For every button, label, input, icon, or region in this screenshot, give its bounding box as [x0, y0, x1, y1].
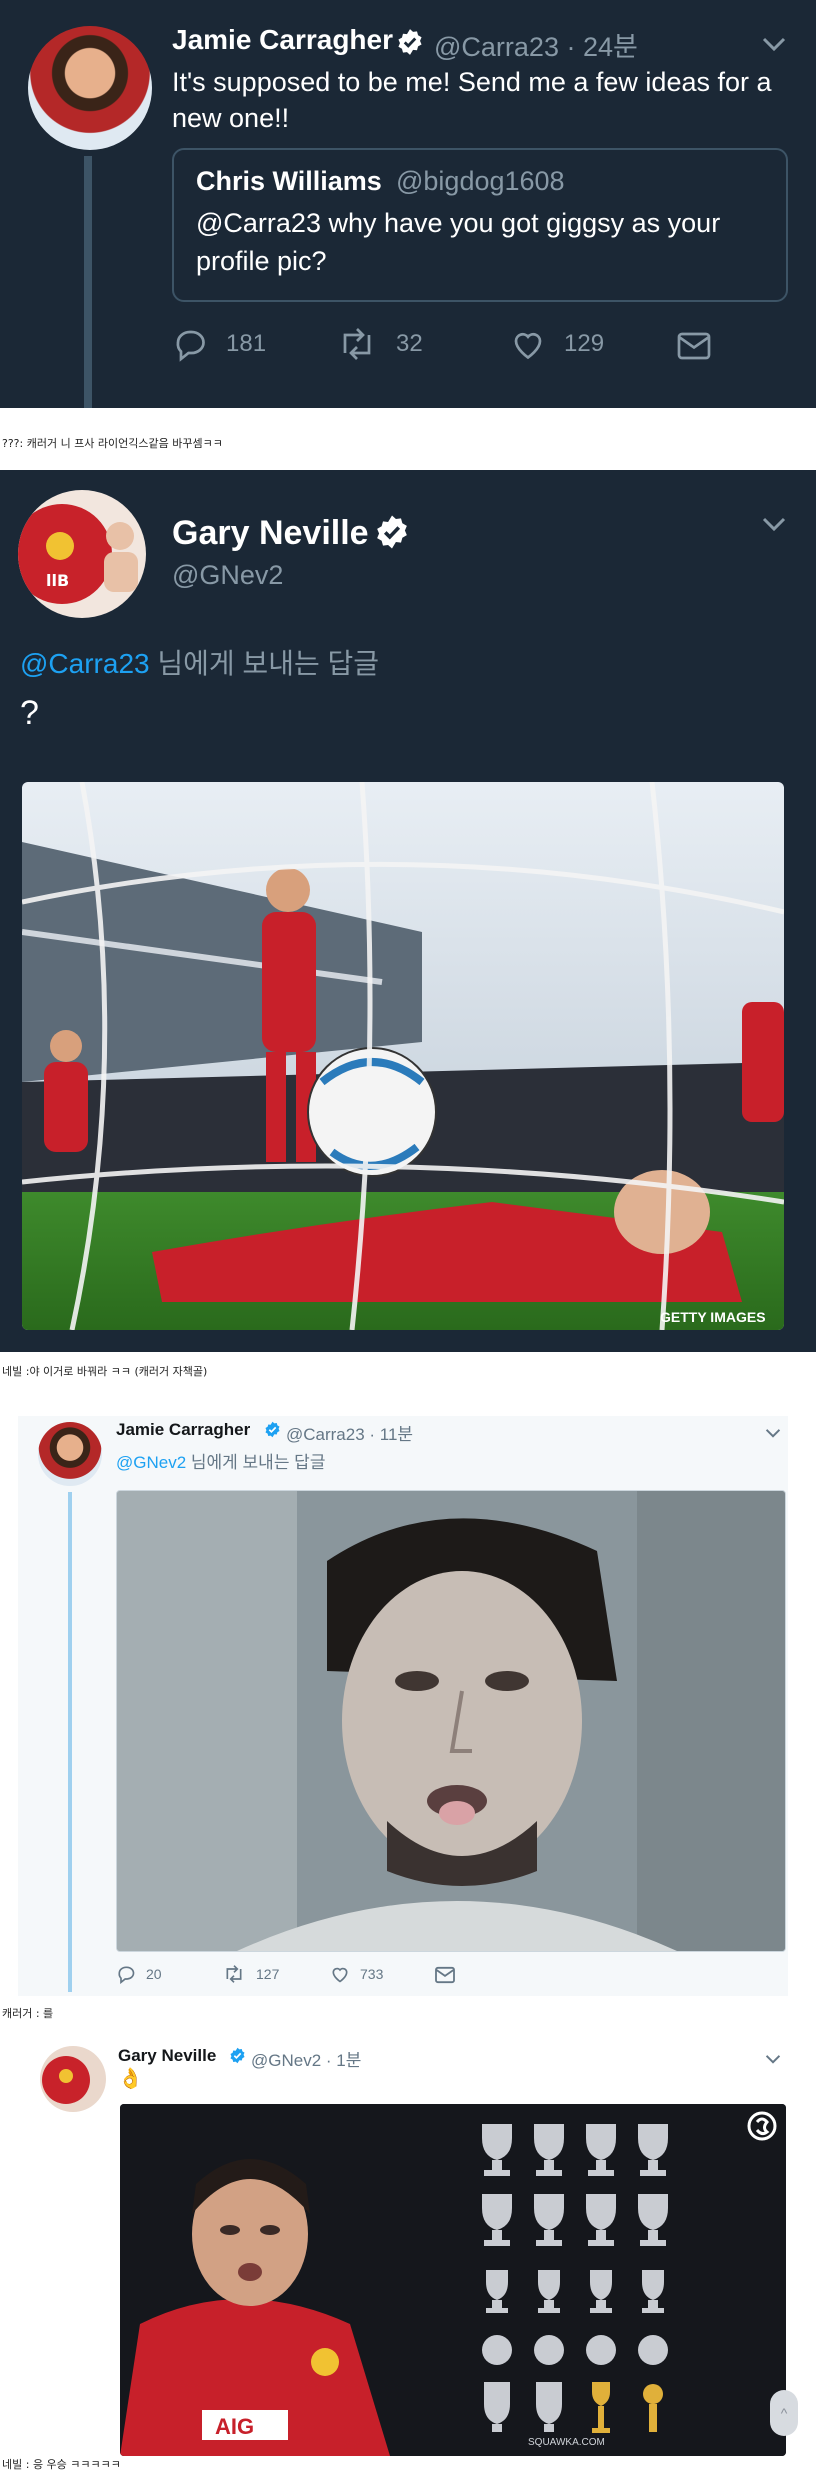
trophies-grid	[482, 2124, 668, 2433]
like-count: 129	[564, 330, 605, 357]
reply-context-label: 님에게 보내는 답글	[149, 648, 380, 679]
mail-icon[interactable]	[434, 1966, 456, 1984]
handle-time[interactable]: @Carra23 · 11분	[286, 1420, 413, 1445]
reply-mention-link[interactable]: @Carra23	[20, 648, 150, 679]
author-name[interactable]: Gary Neville	[172, 514, 369, 553]
heart-icon	[514, 332, 542, 360]
ok-hand-emoji: 👌	[118, 2068, 143, 2090]
avatar[interactable]	[28, 26, 152, 150]
reply-context: @Carra23 님에게 보내는 답글	[20, 642, 379, 682]
face-photo	[117, 1491, 785, 1951]
tweet-photo[interactable]	[116, 1490, 786, 1952]
avatar[interactable]	[40, 2046, 106, 2112]
tweet-photo[interactable]: AIG SQUAWKA.COM	[120, 2104, 786, 2456]
avatar[interactable]: llB	[18, 490, 146, 618]
heart-icon	[332, 1967, 348, 1983]
tweet-text: It's supposed to be me! Send me a few id…	[172, 67, 772, 133]
caption-1: ???: 캐러거 니 프사 라이언긱스같음 바꾸셈ㅋㅋ	[2, 437, 223, 450]
caption-4: 네빌 : 응 우승 ㅋㅋㅋㅋㅋ	[2, 2458, 121, 2471]
reply-icon	[176, 330, 205, 362]
mail-icon[interactable]	[676, 330, 712, 362]
reply-context: @GNev2 님에게 보내는 답글	[116, 1448, 325, 1473]
shirt-sponsor: AIG	[215, 2414, 254, 2439]
chevron-down-icon[interactable]	[760, 514, 788, 534]
handle-time[interactable]: @GNev2 · 1분	[251, 2046, 361, 2071]
handle[interactable]: @GNev2	[172, 560, 283, 591]
verified-badge-icon	[230, 2047, 245, 2064]
avatar[interactable]	[38, 1422, 102, 1486]
retweet-count: 32	[396, 330, 423, 357]
like-button[interactable]: 733	[330, 1964, 383, 1984]
verified-badge-icon	[398, 29, 422, 55]
caption-2: 네빌 :야 이거로 바꿔라 ㅋㅋ (캐러거 자책골)	[2, 1365, 208, 1378]
thread-line	[68, 1492, 72, 1992]
image-watermark: SQUAWKA.COM	[528, 2437, 605, 2448]
own-goal-photo	[22, 782, 784, 1330]
quoted-handle: @bigdog1608	[396, 166, 565, 196]
avatar-image	[40, 2046, 106, 2112]
author-name[interactable]: Jamie Carragher	[116, 1420, 250, 1440]
caption-3: 캐러거 : 를	[2, 2007, 54, 2020]
squawka-logo-icon	[747, 2111, 777, 2141]
tweet-text: ?	[20, 694, 39, 732]
chevron-down-icon[interactable]	[760, 34, 788, 54]
quoted-text: @Carra23 why have you got giggsy as your…	[196, 208, 721, 276]
retweet-button[interactable]: 32	[336, 326, 423, 362]
photo-credit: GETTY IMAGES	[660, 1309, 766, 1325]
avatar-image: llB	[18, 490, 146, 618]
verified-badge-icon	[377, 515, 407, 549]
chevron-down-icon[interactable]	[764, 1426, 782, 1440]
reply-mention-link[interactable]: @GNev2	[116, 1453, 186, 1472]
svg-text:llB: llB	[46, 571, 69, 590]
reply-count: 20	[146, 1966, 162, 1982]
author-name[interactable]: Gary Neville	[118, 2046, 216, 2066]
retweet-count: 127	[256, 1966, 280, 1982]
retweet-button[interactable]: 127	[222, 1964, 279, 1984]
like-button[interactable]: 129	[510, 326, 604, 362]
thread-line	[84, 156, 92, 408]
retweet-icon	[226, 1965, 242, 1983]
verified-badge-icon	[265, 1421, 280, 1438]
reply-button[interactable]: 181	[172, 326, 266, 362]
arrow-up-icon: ^	[780, 2405, 788, 2421]
reply-button[interactable]: 20	[116, 1964, 162, 1984]
scroll-top-button[interactable]: ^	[770, 2390, 798, 2436]
tweet-1-wrapper: Jamie Carragher @Carra23 · 24분 It's supp…	[0, 0, 816, 408]
reply-context-label: 님에게 보내는 답글	[186, 1453, 326, 1472]
retweet-icon	[343, 328, 371, 360]
quoted-author-name: Chris Williams	[196, 166, 382, 196]
like-count: 733	[360, 1966, 384, 1982]
reply-count: 181	[226, 330, 267, 357]
reply-icon	[118, 1966, 135, 1984]
handle-time[interactable]: @Carra23 · 24분	[434, 25, 638, 64]
tweet-photo[interactable]	[22, 782, 784, 1330]
author-name[interactable]: Jamie Carragher	[172, 24, 393, 56]
chevron-down-icon[interactable]	[764, 2052, 782, 2066]
